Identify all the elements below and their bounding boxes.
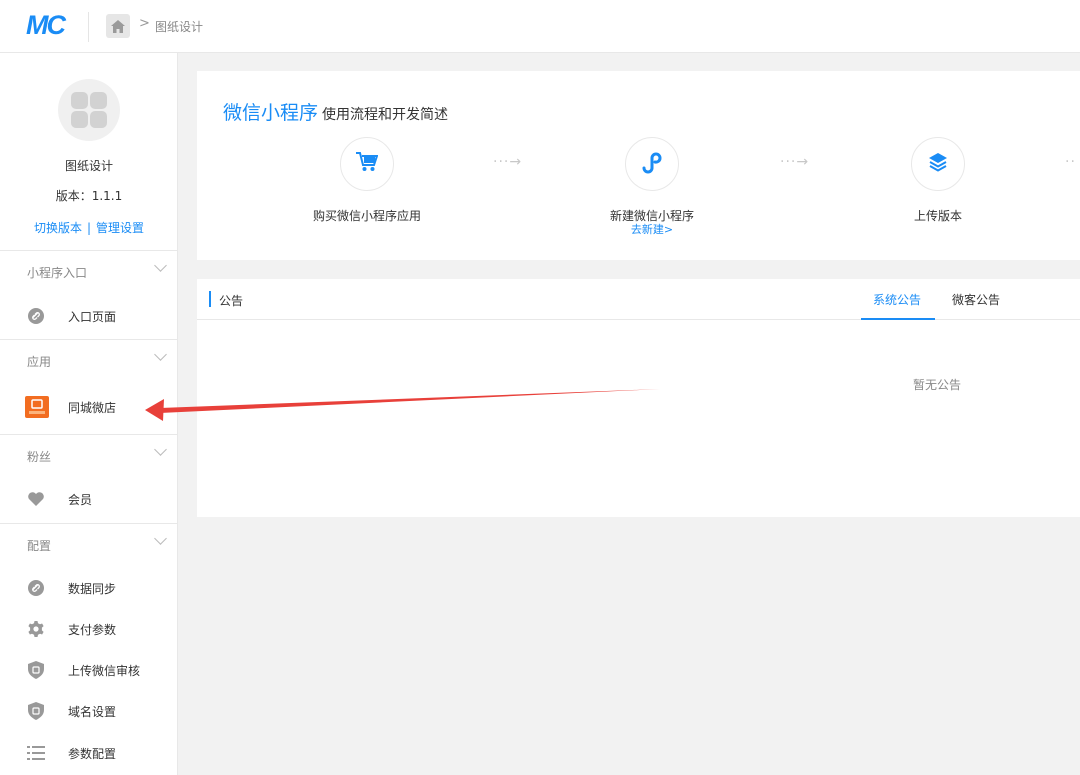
logo[interactable]: MC [26,10,66,42]
section-title: 小程序入口 [27,266,88,280]
chevron-down-icon [154,259,167,272]
sidebar-item-label: 会员 [68,493,93,507]
home-icon[interactable] [106,14,130,38]
city-shop-app-icon [25,396,49,418]
sidebar: 图纸设计 版本：1.1.1 切换版本 | 管理设置 小程序入口 入口页面 应用 同城… [0,53,178,775]
breadcrumb-current[interactable]: 图纸设计 [155,18,203,35]
sidebar-item-label: 支付参数 [68,623,117,637]
link-icon [27,307,45,325]
section-title: 粉丝 [27,450,52,464]
notice-header: 公告 系统公告 微客公告 [197,279,1080,320]
chevron-down-icon [154,532,167,545]
sidebar-item-city-shop[interactable]: 同城微店 [0,387,178,427]
cart-icon [356,152,379,176]
empty-notice-text: 暂无公告 [913,378,962,392]
gear-icon [27,620,45,638]
chevron-down-icon [154,443,167,456]
switch-version-link[interactable]: 切换版本 [34,221,82,235]
sidebar-item-entry-page[interactable]: 入口页面 [0,296,178,336]
active-tab-indicator [861,318,935,320]
sidebar-item-upload-review[interactable]: 上传微信审核 [0,650,178,690]
section-title: 应用 [27,355,52,369]
sidebar-item-domain-settings[interactable]: 域名设置 [0,691,178,731]
sidebar-item-label: 域名设置 [68,705,117,719]
usage-flow-card: 微信小程序 使用流程和开发简述 购买微信小程序应用 ···→ 新建微信小程序 去新… [197,71,1080,260]
logo-divider [88,12,89,42]
sidebar-item-label: 入口页面 [68,310,117,324]
shield-icon [27,702,45,720]
notice-card: 公告 系统公告 微客公告 暂无公告 [197,279,1080,517]
sidebar-item-label: 数据同步 [68,582,117,596]
sidebar-item-member[interactable]: 会员 [0,479,178,519]
step-label: 购买微信小程序应用 [312,209,421,223]
breadcrumb-separator: > [139,16,150,31]
heart-icon [27,490,45,508]
chevron-down-icon [154,348,167,361]
step-upload-version [911,137,965,191]
section-header-entry[interactable]: 小程序入口 [0,250,178,290]
section-header-config[interactable]: 配置 [0,523,178,563]
notice-marker [209,291,211,307]
sidebar-item-payment-params[interactable]: 支付参数 [0,609,178,649]
shield-icon [27,661,45,679]
arrow-right-icon: ···→ [493,154,523,170]
app-name: 图纸设计 [64,159,113,173]
step-new-mini-program [625,137,679,191]
app-avatar [58,79,120,141]
section-header-apps[interactable]: 应用 [0,339,178,379]
sidebar-item-param-config[interactable]: 参数配置 [0,733,178,773]
section-header-fans[interactable]: 粉丝 [0,434,178,474]
list-icon [27,744,45,762]
sidebar-item-label: 同城微店 [68,401,117,415]
tab-weike-notice[interactable]: 微客公告 [952,291,1000,308]
arrow-right-icon: ···→ [780,154,810,170]
mini-program-icon [640,150,664,178]
link-icon [27,579,45,597]
link-divider: | [86,221,92,235]
flow-title: 微信小程序 使用流程和开发简述 [223,98,448,125]
layers-icon [928,152,948,176]
sidebar-item-data-sync[interactable]: 数据同步 [0,568,178,608]
tab-system-notice[interactable]: 系统公告 [873,291,921,308]
flow-title-sub: 使用流程和开发简述 [322,107,449,123]
manage-settings-link[interactable]: 管理设置 [96,221,144,235]
step-buy-app [340,137,394,191]
sidebar-item-label: 上传微信审核 [68,664,141,678]
app-version: 版本：1.1.1 [55,189,123,203]
flow-title-main: 微信小程序 [223,102,319,124]
create-new-link[interactable]: 去新建> [552,221,752,237]
arrow-right-icon: ·· [1065,154,1076,170]
step-label: 上传版本 [913,209,962,223]
top-bar: MC > 图纸设计 [0,0,1080,53]
notice-title: 公告 [219,294,244,308]
section-title: 配置 [27,539,52,553]
sidebar-links: 切换版本 | 管理设置 [0,219,178,236]
sidebar-item-label: 参数配置 [68,747,117,761]
